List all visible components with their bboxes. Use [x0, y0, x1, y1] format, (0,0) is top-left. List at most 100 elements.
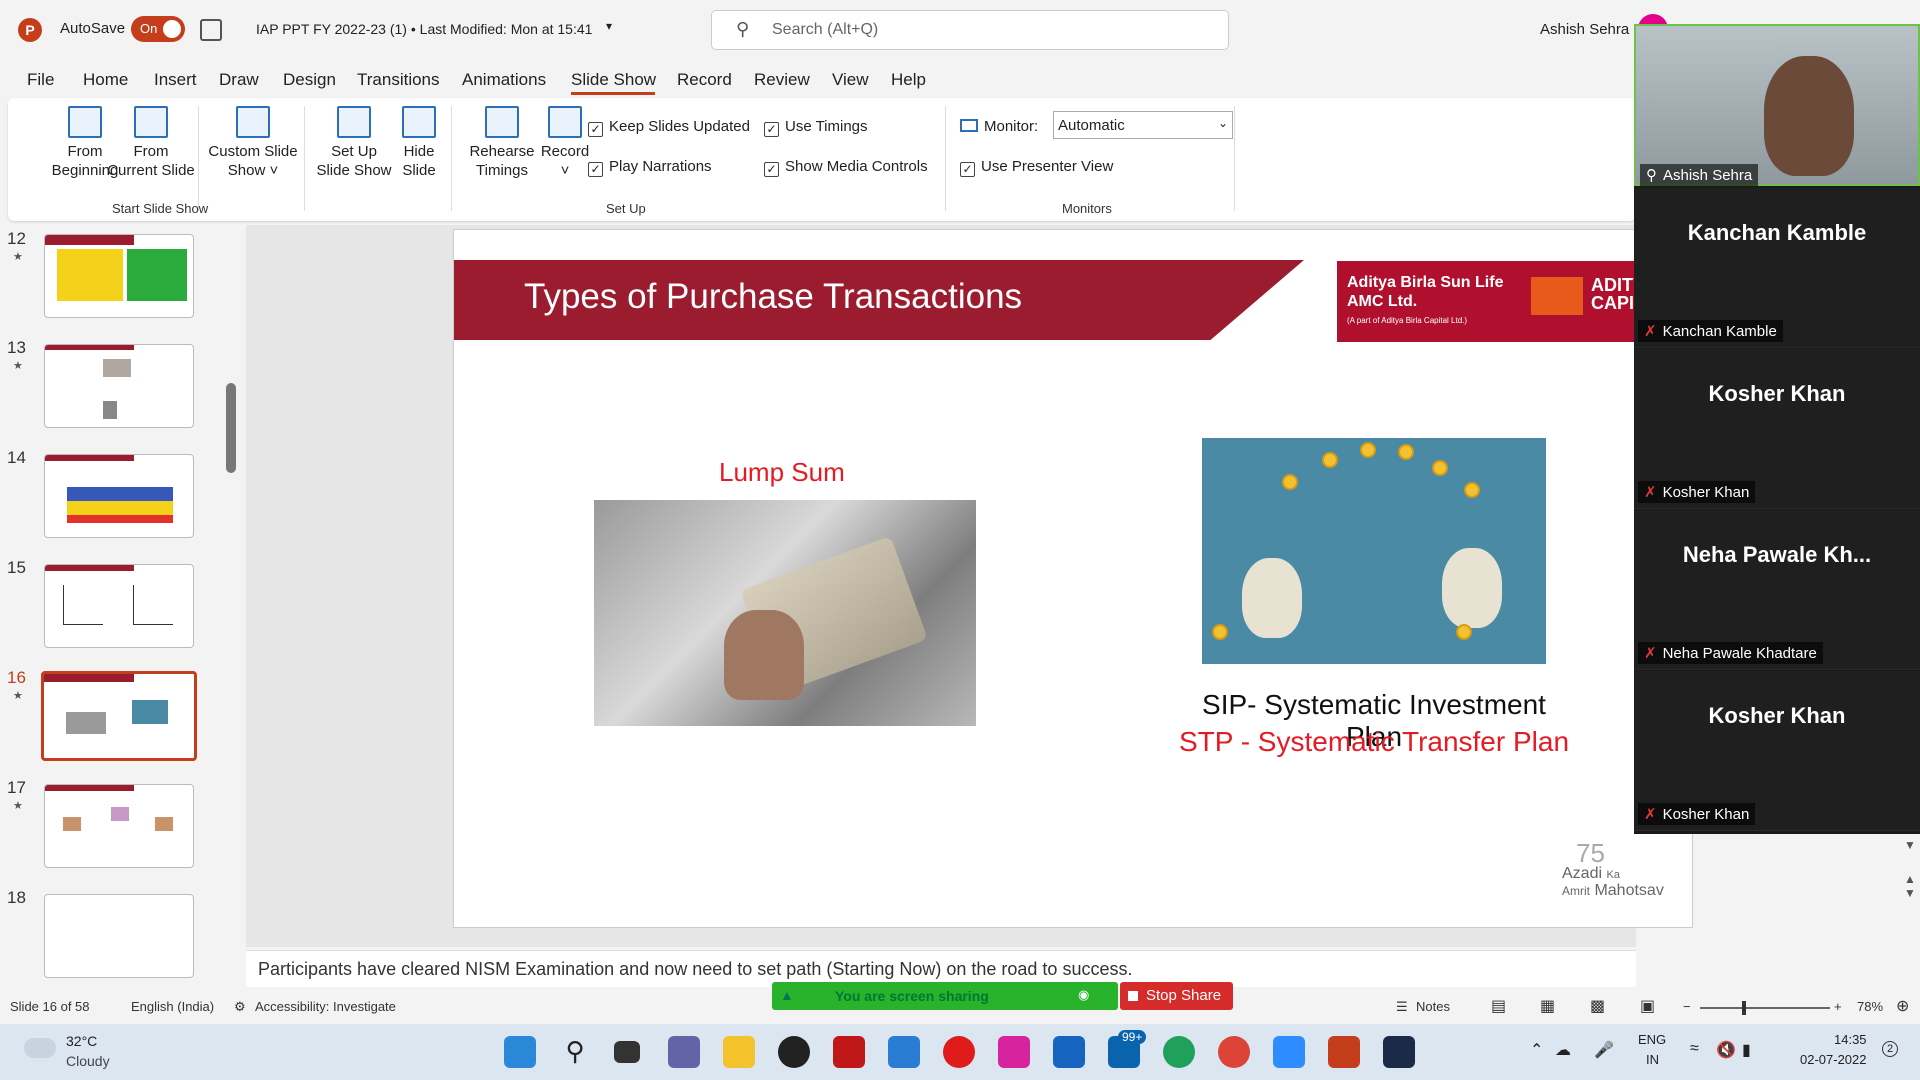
chevron-down-icon[interactable]: ▾: [606, 19, 612, 33]
slide-thumbnail-active[interactable]: [41, 671, 197, 761]
language[interactable]: English (India): [131, 999, 214, 1014]
language-code[interactable]: ENG: [1638, 1032, 1666, 1047]
hide-slide-button[interactable]: Hide Slide: [394, 106, 444, 180]
current-slide[interactable]: Types of Purchase Transactions Aditya Bi…: [453, 229, 1693, 928]
slide-thumbnail[interactable]: [44, 344, 194, 428]
toggle-knob: [163, 20, 181, 38]
store-icon[interactable]: [1053, 1036, 1085, 1068]
slide-show-icon[interactable]: ▣: [1640, 996, 1655, 1016]
task-view-icon[interactable]: [614, 1041, 640, 1063]
slide-count[interactable]: Slide 16 of 58: [10, 999, 90, 1014]
windows-start-icon[interactable]: [504, 1036, 536, 1068]
play-narrations-checkbox[interactable]: ✓ Play Narrations: [588, 158, 712, 177]
language-region[interactable]: IN: [1646, 1052, 1659, 1067]
tab-animations[interactable]: Animations: [462, 70, 546, 90]
instagram-icon[interactable]: [998, 1036, 1030, 1068]
participant-video-tile[interactable]: ⚲ Ashish Sehra: [1634, 24, 1920, 186]
participant-tile[interactable]: Kosher Khan ✗ Kosher Khan: [1634, 349, 1920, 509]
use-presenter-view-checkbox[interactable]: ✓ Use Presenter View: [960, 158, 1113, 177]
slide-thumbnail[interactable]: [44, 234, 194, 318]
scroll-arrows[interactable]: ▼ ▲ ▼: [1900, 838, 1920, 948]
notification-count[interactable]: 2: [1882, 1041, 1898, 1057]
autosave-toggle[interactable]: On: [131, 16, 185, 42]
participant-tile[interactable]: Kosher Khan ✗ Kosher Khan: [1634, 671, 1920, 831]
slide-thumbnail[interactable]: [44, 564, 194, 648]
accessibility-status[interactable]: Accessibility: Investigate: [255, 999, 396, 1014]
slide-sorter-icon[interactable]: ▦: [1540, 996, 1555, 1016]
speaker-notes[interactable]: Participants have cleared NISM Examinati…: [258, 959, 1132, 980]
zoom-slider-thumb[interactable]: [1742, 1001, 1746, 1015]
wifi-icon[interactable]: ≈: [1690, 1040, 1699, 1058]
weather-temperature[interactable]: 32°C: [66, 1033, 97, 1049]
chevron-up-icon[interactable]: ▲: [1900, 872, 1920, 886]
use-timings-checkbox[interactable]: ✓ Use Timings: [764, 118, 868, 137]
cash-bundle-image[interactable]: [594, 500, 976, 726]
scrollbar-thumb[interactable]: [226, 383, 236, 473]
participant-tile[interactable]: Neha Pawale Kh... ✗ Neha Pawale Khadtare: [1634, 510, 1920, 670]
chevron-down-icon[interactable]: ▼: [1900, 838, 1920, 852]
tab-transitions[interactable]: Transitions: [357, 70, 440, 90]
tab-slide-show[interactable]: Slide Show: [571, 70, 656, 90]
participant-tile[interactable]: Kanchan Kamble ✗ Kanchan Kamble: [1634, 188, 1920, 348]
lump-sum-label[interactable]: Lump Sum: [719, 457, 845, 488]
save-icon[interactable]: [200, 19, 222, 41]
search-icon[interactable]: ⚲: [559, 1036, 591, 1068]
from-current-slide-button[interactable]: From Current Slide: [101, 106, 201, 180]
clock-date[interactable]: 02-07-2022: [1800, 1052, 1867, 1067]
fit-slide-icon[interactable]: ⊕: [1896, 996, 1909, 1016]
aditya-birla-logo-icon: [1531, 277, 1583, 315]
tab-home[interactable]: Home: [83, 70, 128, 90]
zoom-in-icon[interactable]: +: [1834, 999, 1842, 1014]
microphone-icon[interactable]: 🎤: [1594, 1040, 1614, 1060]
monitor-select[interactable]: Automatic ⌄: [1053, 111, 1233, 139]
slide-thumbnail[interactable]: [44, 894, 194, 978]
show-media-controls-checkbox[interactable]: ✓ Show Media Controls: [764, 158, 928, 177]
stp-label[interactable]: STP - Systematic Transfer Plan: [1172, 726, 1576, 758]
tab-record[interactable]: Record: [677, 70, 732, 90]
mcafee-icon[interactable]: [833, 1036, 865, 1068]
normal-view-icon[interactable]: ▤: [1491, 996, 1506, 1016]
search-input[interactable]: ⚲ Search (Alt+Q): [711, 10, 1229, 50]
zoom-slider[interactable]: [1700, 1001, 1830, 1015]
stop-share-button[interactable]: Stop Share: [1120, 982, 1233, 1010]
app-icon[interactable]: [1383, 1036, 1415, 1068]
slide-thumbnail[interactable]: [44, 454, 194, 538]
slide-title[interactable]: Types of Purchase Transactions: [524, 277, 1022, 317]
tab-design[interactable]: Design: [283, 70, 336, 90]
tab-view[interactable]: View: [832, 70, 869, 90]
teams-chat-icon[interactable]: [668, 1036, 700, 1068]
notes-button[interactable]: Notes: [1416, 999, 1450, 1014]
chrome-icon[interactable]: [1218, 1036, 1250, 1068]
custom-slide-show-button[interactable]: Custom Slide Show ˅: [203, 106, 303, 180]
zoom-level[interactable]: 78%: [1857, 999, 1883, 1014]
tab-help[interactable]: Help: [891, 70, 926, 90]
tab-insert[interactable]: Insert: [154, 70, 197, 90]
clock-time[interactable]: 14:35: [1834, 1032, 1867, 1047]
weather-condition[interactable]: Cloudy: [66, 1053, 110, 1069]
zoom-icon[interactable]: [1273, 1036, 1305, 1068]
todo-icon[interactable]: [888, 1036, 920, 1068]
keep-slides-updated-checkbox[interactable]: ✓ Keep Slides Updated: [588, 118, 750, 137]
battery-icon[interactable]: ▮: [1742, 1040, 1751, 1060]
participant-name: ✗ Kanchan Kamble: [1638, 320, 1783, 342]
thumbnail-scrollbar[interactable]: [225, 228, 237, 988]
powerpoint-taskbar-icon[interactable]: [1328, 1036, 1360, 1068]
dell-icon[interactable]: [778, 1036, 810, 1068]
sip-illustration-image[interactable]: [1202, 438, 1546, 664]
zoom-out-icon[interactable]: −: [1683, 999, 1691, 1014]
reading-view-icon[interactable]: ▩: [1590, 996, 1605, 1016]
tab-review[interactable]: Review: [754, 70, 810, 90]
onedrive-icon[interactable]: ☁: [1555, 1040, 1571, 1060]
tab-file[interactable]: File: [27, 70, 54, 90]
chevron-up-icon[interactable]: ⌃: [1530, 1040, 1543, 1060]
chevron-down-icon[interactable]: ▼: [1900, 886, 1920, 900]
opera-icon[interactable]: [943, 1036, 975, 1068]
slide-thumbnail[interactable]: [44, 784, 194, 868]
file-explorer-icon[interactable]: [723, 1036, 755, 1068]
volume-icon[interactable]: 🔇: [1716, 1040, 1736, 1060]
document-title[interactable]: IAP PPT FY 2022-23 (1) • Last Modified: …: [256, 21, 592, 37]
user-name[interactable]: Ashish Sehra: [1540, 21, 1629, 38]
edge-icon[interactable]: [1163, 1036, 1195, 1068]
set-up-slide-show-button[interactable]: Set Up Slide Show: [314, 106, 394, 180]
tab-draw[interactable]: Draw: [219, 70, 259, 90]
